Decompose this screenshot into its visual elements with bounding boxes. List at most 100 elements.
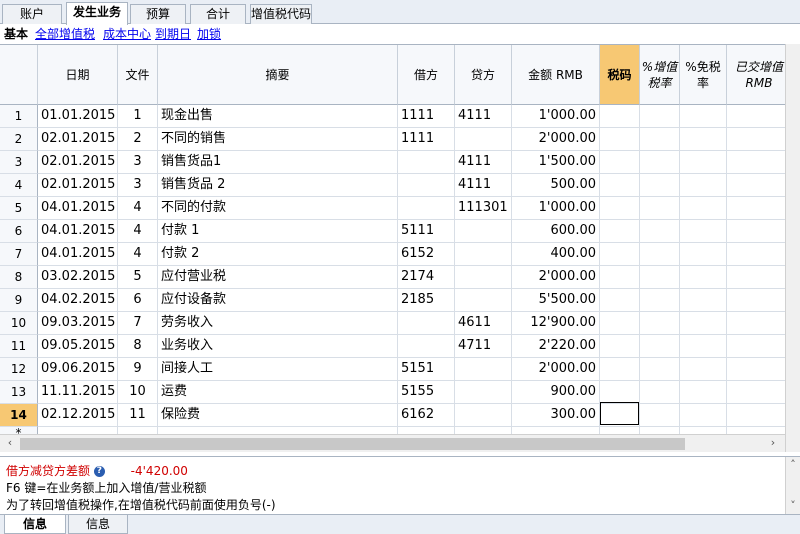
cell-description[interactable]: 现金出售: [158, 105, 398, 128]
cell-credit[interactable]: 4111: [455, 105, 512, 128]
cell-doc[interactable]: 6: [118, 289, 158, 312]
cell-vat-posted[interactable]: [727, 427, 785, 434]
cell-description[interactable]: 付款 1: [158, 220, 398, 243]
cell-nondeductible[interactable]: [680, 197, 727, 220]
cell-doc[interactable]: [118, 427, 158, 434]
row-number[interactable]: 12: [0, 358, 38, 381]
scroll-right-icon[interactable]: ›: [766, 436, 780, 450]
cell-amount[interactable]: 2'000.00: [512, 358, 600, 381]
cell-credit[interactable]: [455, 128, 512, 151]
cell-doc[interactable]: 9: [118, 358, 158, 381]
cell-nondeductible[interactable]: [680, 381, 727, 404]
cell-description[interactable]: 业务收入: [158, 335, 398, 358]
cell-vat-posted[interactable]: [727, 266, 785, 289]
cell-date[interactable]: 04.01.2015: [38, 220, 118, 243]
row-number[interactable]: 11: [0, 335, 38, 358]
cell-vat-posted[interactable]: [727, 220, 785, 243]
cell-vat-pct[interactable]: [640, 105, 680, 128]
cell-debit[interactable]: 1111: [398, 105, 455, 128]
cell-nondeductible[interactable]: [680, 312, 727, 335]
col-header-description[interactable]: 摘要: [158, 45, 398, 105]
cell-credit[interactable]: [455, 381, 512, 404]
cell-vat-pct[interactable]: [640, 335, 680, 358]
cell-doc[interactable]: 8: [118, 335, 158, 358]
cell-amount[interactable]: 12'900.00: [512, 312, 600, 335]
cell-debit[interactable]: 6152: [398, 243, 455, 266]
cell-nondeductible[interactable]: [680, 128, 727, 151]
cell-vat-code[interactable]: [600, 312, 640, 335]
cell-vat-posted[interactable]: [727, 105, 785, 128]
row-number[interactable]: 4: [0, 174, 38, 197]
cell-vat-pct[interactable]: [640, 427, 680, 434]
help-icon[interactable]: ?: [93, 466, 105, 477]
cell-vat-pct[interactable]: [640, 266, 680, 289]
cell-description[interactable]: 不同的付款: [158, 197, 398, 220]
cell-date[interactable]: 02.01.2015: [38, 128, 118, 151]
bottom-tab-info[interactable]: 信息: [4, 515, 66, 534]
cell-doc[interactable]: 1: [118, 105, 158, 128]
cell-credit[interactable]: 4611: [455, 312, 512, 335]
cell-credit[interactable]: [455, 266, 512, 289]
cell-date[interactable]: 11.11.2015: [38, 381, 118, 404]
cell-doc[interactable]: 11: [118, 404, 158, 427]
cell-amount[interactable]: 5'500.00: [512, 289, 600, 312]
cell-vat-posted[interactable]: [727, 312, 785, 335]
cell-date[interactable]: 09.03.2015: [38, 312, 118, 335]
cell-date[interactable]: 04.02.2015: [38, 289, 118, 312]
cell-debit[interactable]: 2185: [398, 289, 455, 312]
info-scroll-down-icon[interactable]: ˅: [786, 499, 800, 513]
row-number[interactable]: 2: [0, 128, 38, 151]
cell-amount[interactable]: 1'000.00: [512, 105, 600, 128]
cell-date[interactable]: 09.05.2015: [38, 335, 118, 358]
view-base[interactable]: 基本: [4, 24, 28, 44]
cell-description[interactable]: [158, 427, 398, 434]
col-header-vat-pct[interactable]: %增值 税率: [640, 45, 680, 105]
cell-vat-pct[interactable]: [640, 243, 680, 266]
tab-totals[interactable]: 合计: [190, 4, 246, 24]
cell-nondeductible[interactable]: [680, 151, 727, 174]
cell-vat-code[interactable]: [600, 220, 640, 243]
cell-vat-posted[interactable]: [727, 243, 785, 266]
cell-description[interactable]: 销售货品1: [158, 151, 398, 174]
cell-date[interactable]: 01.01.2015: [38, 105, 118, 128]
cell-doc[interactable]: 10: [118, 381, 158, 404]
tab-budget[interactable]: 预算: [130, 4, 186, 24]
cell-vat-pct[interactable]: [640, 151, 680, 174]
cell-amount[interactable]: 1'000.00: [512, 197, 600, 220]
cell-vat-code[interactable]: [600, 335, 640, 358]
cell-nondeductible[interactable]: [680, 105, 727, 128]
cell-date[interactable]: 02.12.2015: [38, 404, 118, 427]
cell-description[interactable]: 不同的销售: [158, 128, 398, 151]
cell-nondeductible[interactable]: [680, 266, 727, 289]
cell-amount[interactable]: 900.00: [512, 381, 600, 404]
cell-nondeductible[interactable]: [680, 174, 727, 197]
cell-doc[interactable]: 4: [118, 220, 158, 243]
cell-debit[interactable]: [398, 312, 455, 335]
cell-date[interactable]: 09.06.2015: [38, 358, 118, 381]
cell-credit[interactable]: 4111: [455, 174, 512, 197]
cell-description[interactable]: 应付设备款: [158, 289, 398, 312]
cell-credit[interactable]: [455, 289, 512, 312]
vertical-scrollbar[interactable]: [785, 44, 800, 452]
cell-date[interactable]: 02.01.2015: [38, 174, 118, 197]
cell-vat-posted[interactable]: [727, 197, 785, 220]
scroll-left-icon[interactable]: ‹: [3, 436, 17, 450]
cell-amount[interactable]: 500.00: [512, 174, 600, 197]
col-header-nondeductible[interactable]: %免税率: [680, 45, 727, 105]
cell-debit[interactable]: [398, 151, 455, 174]
cell-amount[interactable]: 1'500.00: [512, 151, 600, 174]
cell-amount[interactable]: 600.00: [512, 220, 600, 243]
cell-description[interactable]: 付款 2: [158, 243, 398, 266]
cell-credit[interactable]: 111301: [455, 197, 512, 220]
cell-debit[interactable]: 5111: [398, 220, 455, 243]
col-header-amount[interactable]: 金额 RMB: [512, 45, 600, 105]
cell-vat-posted[interactable]: [727, 289, 785, 312]
cell-vat-code[interactable]: [600, 427, 640, 434]
cell-vat-code[interactable]: [600, 243, 640, 266]
cell-vat-pct[interactable]: [640, 197, 680, 220]
cell-vat-pct[interactable]: [640, 174, 680, 197]
bottom-tab-info-2[interactable]: 信息: [68, 515, 128, 534]
col-header-doc[interactable]: 文件: [118, 45, 158, 105]
cell-credit[interactable]: 4111: [455, 151, 512, 174]
horizontal-scroll-thumb[interactable]: [20, 438, 685, 450]
